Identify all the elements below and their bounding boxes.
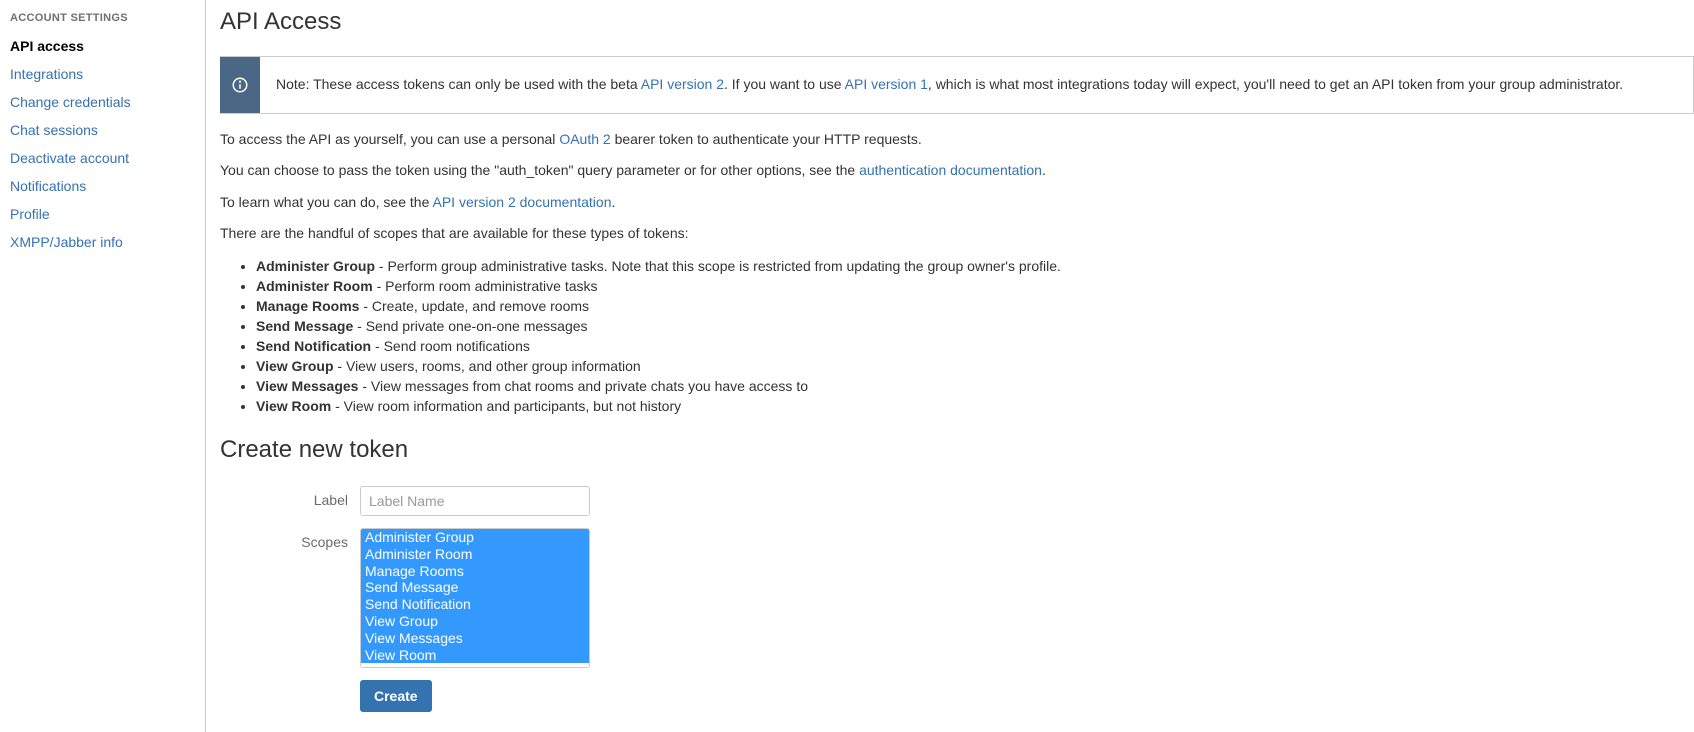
- create-token-title: Create new token: [220, 436, 1694, 464]
- scope-list: Administer Group - Perform group adminis…: [256, 256, 1694, 416]
- api-v2-link[interactable]: API version 2: [641, 76, 724, 92]
- sidebar-item-notifications[interactable]: Notifications: [10, 172, 195, 200]
- sidebar-item-change-credentials[interactable]: Change credentials: [10, 88, 195, 116]
- scope-option[interactable]: View Group: [361, 613, 589, 630]
- list-item: Send Notification - Send room notificati…: [256, 336, 1694, 356]
- paragraph-scopes-intro: There are the handful of scopes that are…: [220, 224, 1694, 244]
- sidebar: ACCOUNT SETTINGS API access Integrations…: [0, 0, 205, 732]
- paragraph-learn: To learn what you can do, see the API ve…: [220, 193, 1694, 213]
- info-text: Note: These access tokens can only be us…: [260, 57, 1639, 113]
- list-item: Administer Group - Perform group adminis…: [256, 256, 1694, 276]
- sidebar-item-profile[interactable]: Profile: [10, 200, 195, 228]
- list-item: Manage Rooms - Create, update, and remov…: [256, 296, 1694, 316]
- list-item: View Messages - View messages from chat …: [256, 376, 1694, 396]
- list-item: Send Message - Send private one-on-one m…: [256, 316, 1694, 336]
- form-row-scopes: Scopes Administer Group Administer Room …: [220, 528, 1694, 668]
- sidebar-item-deactivate-account[interactable]: Deactivate account: [10, 144, 195, 172]
- sidebar-item-api-access[interactable]: API access: [10, 32, 195, 60]
- note-text-prefix: Note: These access tokens can only be us…: [276, 76, 641, 92]
- sidebar-heading: ACCOUNT SETTINGS: [10, 8, 195, 32]
- note-text-mid2: , which is what most integrations today …: [928, 76, 1623, 92]
- sidebar-item-chat-sessions[interactable]: Chat sessions: [10, 116, 195, 144]
- scope-option[interactable]: Send Notification: [361, 596, 589, 613]
- scope-option[interactable]: Administer Room: [361, 546, 589, 563]
- scope-option[interactable]: View Room: [361, 647, 589, 664]
- sidebar-item-integrations[interactable]: Integrations: [10, 60, 195, 88]
- list-item: Administer Room - Perform room administr…: [256, 276, 1694, 296]
- form-row-label: Label: [220, 486, 1694, 516]
- scope-option[interactable]: Administer Group: [361, 529, 589, 546]
- scopes-field-label: Scopes: [220, 528, 360, 550]
- create-button[interactable]: Create: [360, 680, 432, 712]
- scopes-select[interactable]: Administer Group Administer Room Manage …: [360, 528, 590, 668]
- list-item: View Group - View users, rooms, and othe…: [256, 356, 1694, 376]
- list-item: View Room - View room information and pa…: [256, 396, 1694, 416]
- api-v1-link[interactable]: API version 1: [845, 76, 928, 92]
- info-box: Note: These access tokens can only be us…: [220, 56, 1694, 114]
- scope-option[interactable]: Manage Rooms: [361, 563, 589, 580]
- label-input[interactable]: [360, 486, 590, 516]
- main-content: API Access Note: These access tokens can…: [206, 0, 1694, 732]
- sidebar-item-xmpp-jabber[interactable]: XMPP/Jabber info: [10, 228, 195, 256]
- scope-option[interactable]: View Messages: [361, 630, 589, 647]
- oauth2-link[interactable]: OAuth 2: [559, 131, 610, 147]
- api-v2-doc-link[interactable]: API version 2 documentation: [432, 194, 611, 210]
- info-icon: [220, 57, 260, 113]
- page-title: API Access: [220, 8, 1694, 36]
- note-text-mid1: . If you want to use: [724, 76, 845, 92]
- paragraph-auth-token: You can choose to pass the token using t…: [220, 161, 1694, 181]
- scope-option[interactable]: Send Message: [361, 579, 589, 596]
- paragraph-oauth: To access the API as yourself, you can u…: [220, 130, 1694, 150]
- auth-doc-link[interactable]: authentication documentation: [859, 162, 1042, 178]
- label-field-label: Label: [220, 486, 360, 508]
